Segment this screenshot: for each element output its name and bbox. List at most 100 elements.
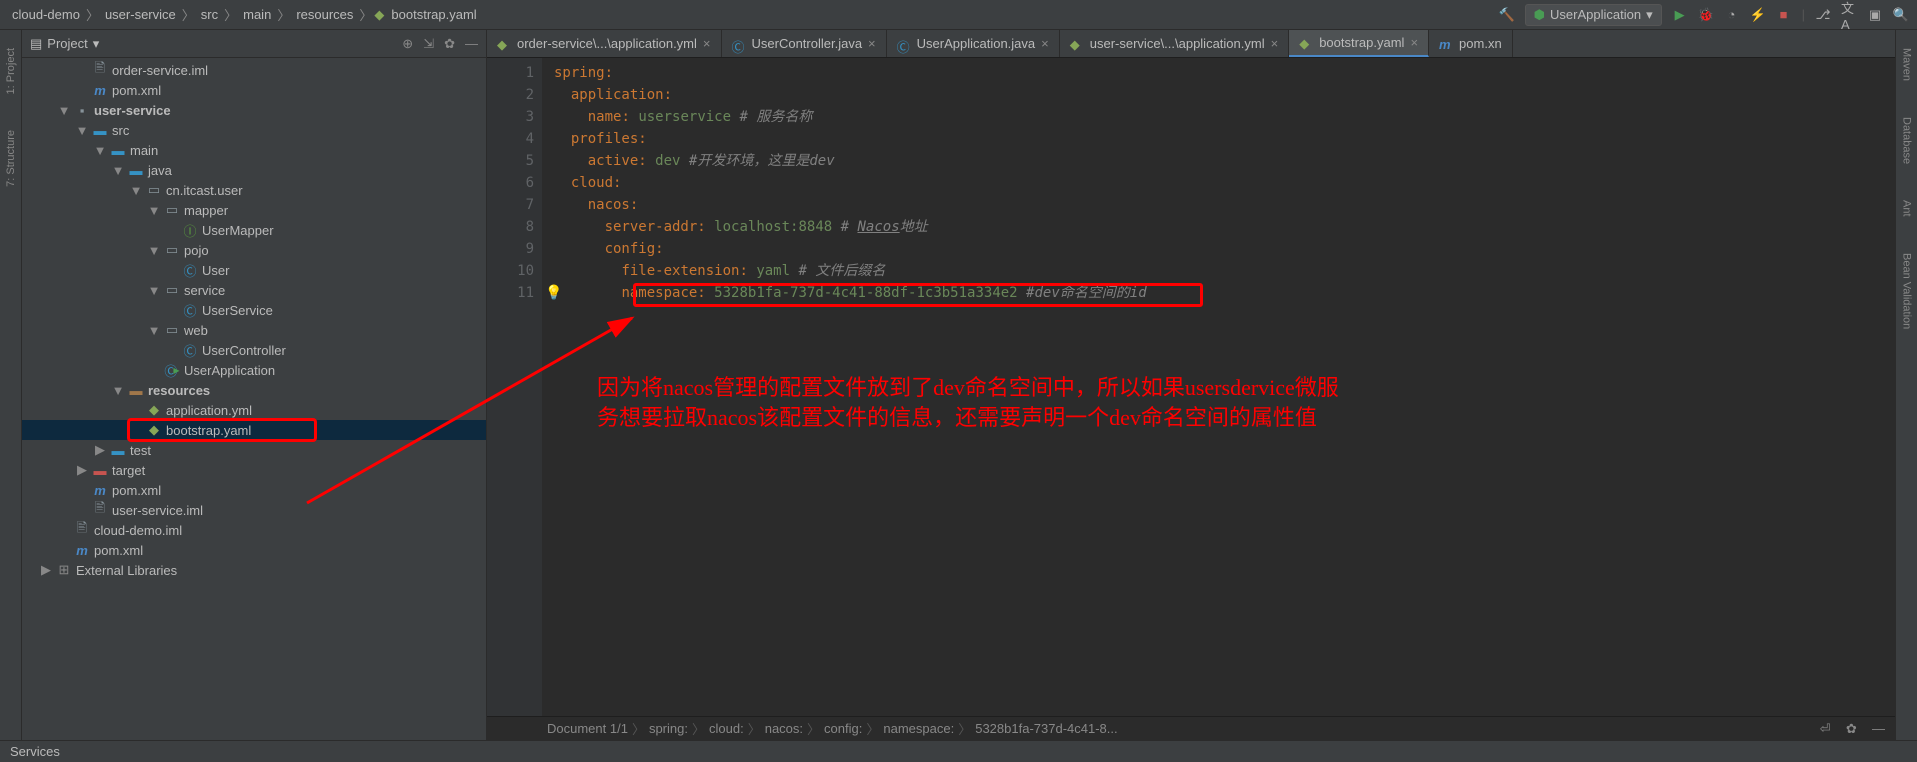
crumb[interactable]: resources: [292, 7, 357, 22]
code-line[interactable]: file-extension: yaml # 文件后缀名: [554, 260, 1895, 282]
git-icon[interactable]: ⎇: [1815, 7, 1831, 23]
tree-arrow-icon[interactable]: ▶: [76, 462, 88, 478]
tree-label: pom.xml: [94, 543, 143, 558]
build-icon[interactable]: 🔨: [1499, 7, 1515, 23]
editor-tab[interactable]: ◆order-service\...\application.yml×: [487, 30, 722, 57]
gear-icon[interactable]: ✿: [444, 36, 455, 52]
bc-item[interactable]: Document 1/1: [547, 721, 628, 736]
run-configuration-selector[interactable]: ⬢ UserApplication ▾: [1525, 4, 1662, 26]
tab-label: UserController.java: [752, 36, 863, 51]
annotation-text-line1: 因为将nacos管理的配置文件放到了dev命名空间中，所以如果usersderv…: [597, 373, 1339, 404]
crumb[interactable]: main: [239, 7, 275, 22]
tree-item[interactable]: mpom.xml: [22, 80, 486, 100]
tree-arrow-icon[interactable]: ▼: [148, 283, 160, 298]
close-icon[interactable]: ×: [1410, 35, 1418, 50]
tree-label: cloud-demo.iml: [94, 523, 182, 538]
code-line[interactable]: server-addr: localhost:8848 # Nacos地址: [554, 216, 1895, 238]
tool-tab-database[interactable]: Database: [1901, 109, 1913, 172]
bc-item[interactable]: 5328b1fa-737d-4c41-8...: [975, 721, 1117, 736]
stop-icon[interactable]: ■: [1776, 7, 1792, 23]
editor-tab[interactable]: mpom.xn: [1429, 30, 1513, 57]
crumb[interactable]: src: [197, 7, 222, 22]
tree-item[interactable]: ▼▬java: [22, 160, 486, 180]
editor-tab[interactable]: ⒸUserController.java×: [722, 30, 887, 57]
search-icon[interactable]: 🔍: [1893, 7, 1909, 23]
tree-item[interactable]: ⒾUserMapper: [22, 220, 486, 240]
tree-item[interactable]: ▼▬src: [22, 120, 486, 140]
locate-icon[interactable]: ⊕: [402, 36, 413, 52]
tree-label: pojo: [184, 243, 209, 258]
bc-item[interactable]: nacos:: [765, 721, 803, 736]
tree-arrow-icon[interactable]: ▶: [94, 442, 106, 458]
attach-icon[interactable]: ⚡: [1750, 7, 1766, 23]
tree-item[interactable]: ▼▭cn.itcast.user: [22, 180, 486, 200]
tool-tab-maven[interactable]: Maven: [1901, 40, 1913, 89]
crumb[interactable]: bootstrap.yaml: [387, 7, 480, 22]
expand-icon[interactable]: ⇲: [423, 36, 434, 52]
run-icon[interactable]: ▶: [1672, 7, 1688, 23]
editor-tab[interactable]: ⒸUserApplication.java×: [887, 30, 1060, 57]
tool-tab-bean-validation[interactable]: Bean Validation: [1901, 245, 1913, 337]
tree-arrow-icon[interactable]: ▼: [148, 203, 160, 218]
bc-item[interactable]: spring:: [649, 721, 688, 736]
editor-breadcrumbs[interactable]: Document 1/1〉 spring:〉 cloud:〉 nacos:〉 c…: [487, 716, 1895, 740]
close-icon[interactable]: ×: [868, 36, 876, 51]
editor-tab[interactable]: ◆user-service\...\application.yml×: [1060, 30, 1289, 57]
tree-item[interactable]: ▼▭pojo: [22, 240, 486, 260]
project-header: ▤ Project ▾ ⊕ ⇲ ✿ —: [22, 30, 486, 58]
tool-tab-project[interactable]: 1: Project: [5, 40, 17, 102]
chevron-down-icon[interactable]: ▾: [93, 36, 100, 52]
soft-wrap-icon[interactable]: ⏎: [1820, 721, 1831, 737]
gear-icon[interactable]: ✿: [1846, 721, 1857, 737]
hide-icon[interactable]: —: [1872, 721, 1885, 736]
code-line[interactable]: active: dev #开发环境，这里是dev: [554, 150, 1895, 172]
translate-icon[interactable]: 文A: [1841, 7, 1857, 23]
code-line[interactable]: application:: [554, 84, 1895, 106]
crumb[interactable]: user-service: [101, 7, 180, 22]
tree-arrow-icon[interactable]: ▼: [148, 323, 160, 338]
debug-icon[interactable]: 🐞: [1698, 7, 1714, 23]
layout-icon[interactable]: ▣: [1867, 7, 1883, 23]
code-line[interactable]: spring:: [554, 62, 1895, 84]
code-line[interactable]: name: userservice # 服务名称: [554, 106, 1895, 128]
code-line[interactable]: nacos:: [554, 194, 1895, 216]
tree-arrow-icon[interactable]: ▼: [148, 243, 160, 258]
crumb[interactable]: cloud-demo: [8, 7, 84, 22]
code-line[interactable]: cloud:: [554, 172, 1895, 194]
tree-arrow-icon[interactable]: ▼: [112, 383, 124, 398]
bc-item[interactable]: config:: [824, 721, 862, 736]
hide-icon[interactable]: —: [465, 36, 478, 52]
tool-tab-structure[interactable]: 7: Structure: [5, 122, 17, 195]
tree-item[interactable]: ▼▭mapper: [22, 200, 486, 220]
tree-arrow-icon[interactable]: ▼: [94, 143, 106, 158]
tree-item[interactable]: ▶⊞External Libraries: [22, 560, 486, 580]
tree-arrow-icon[interactable]: ▼: [76, 123, 88, 138]
close-icon[interactable]: ×: [1271, 36, 1279, 51]
bc-item[interactable]: cloud:: [709, 721, 744, 736]
tree-arrow-icon[interactable]: ▼: [58, 103, 70, 118]
tree-item[interactable]: ⒸUser: [22, 260, 486, 280]
tree-item[interactable]: ▼▬main: [22, 140, 486, 160]
tree-item[interactable]: ▼▭service: [22, 280, 486, 300]
close-icon[interactable]: ×: [1041, 36, 1049, 51]
code-line[interactable]: config:: [554, 238, 1895, 260]
run-config-label: UserApplication: [1550, 7, 1641, 22]
editor-tab[interactable]: ◆bootstrap.yaml×: [1289, 30, 1429, 57]
editor-tabs[interactable]: ◆order-service\...\application.yml× ⒸUser…: [487, 30, 1895, 58]
bc-item[interactable]: namespace:: [883, 721, 954, 736]
breadcrumbs[interactable]: cloud-demo〉 user-service〉 src〉 main〉 res…: [8, 5, 1499, 24]
tree-label: User: [202, 263, 229, 278]
code-line[interactable]: profiles:: [554, 128, 1895, 150]
profile-icon[interactable]: ◔: [1724, 7, 1740, 23]
tree-item[interactable]: mpom.xml: [22, 540, 486, 560]
tree-label: src: [112, 123, 129, 138]
tree-item[interactable]: ▼▪user-service: [22, 100, 486, 120]
tree-arrow-icon[interactable]: ▶: [40, 562, 52, 578]
services-tab[interactable]: Services: [10, 744, 60, 759]
tree-item[interactable]: 🖹order-service.iml: [22, 60, 486, 80]
tree-arrow-icon[interactable]: ▼: [112, 163, 124, 178]
close-icon[interactable]: ×: [703, 36, 711, 51]
tree-arrow-icon[interactable]: ▼: [130, 183, 142, 198]
tree-item[interactable]: 🖹cloud-demo.iml: [22, 520, 486, 540]
tool-tab-ant[interactable]: Ant: [1901, 192, 1913, 225]
